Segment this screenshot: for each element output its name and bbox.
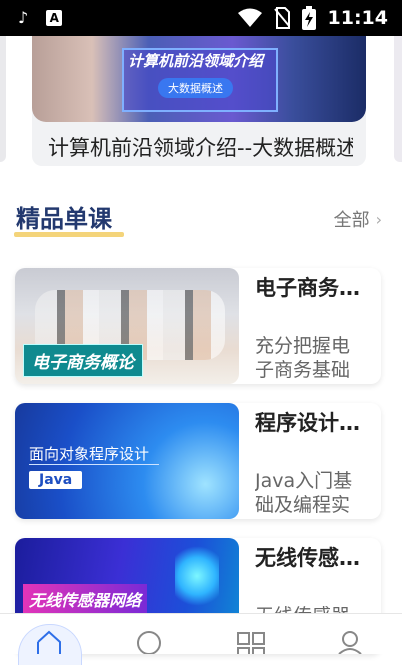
course-title: 电子商务概论: [255, 276, 373, 300]
course-title: 程序设计基础: [255, 411, 373, 435]
sensor-glow: [175, 546, 219, 606]
course-description: Java入门基础及编程实践: [255, 470, 353, 516]
chevron-right-icon: ›: [375, 209, 382, 229]
course-card-ecommerce[interactable]: 电子商务概论 电子商务概论 充分把握电子商务基础知识: [15, 268, 381, 384]
banner-card[interactable]: 计算机前沿领域介绍 大数据概述 计算机前沿领域介绍--大数据概述: [32, 36, 366, 166]
thumbnail-label: 电子商务概论: [23, 344, 143, 377]
banner-image: 计算机前沿领域介绍 大数据概述: [32, 36, 366, 122]
tab-category[interactable]: [237, 630, 265, 654]
a-icon: A: [46, 10, 63, 26]
banner-sign-badge: 大数据概述: [158, 78, 233, 98]
status-bar: ♪ A 11:14: [0, 0, 402, 36]
battery-charging-icon: [301, 6, 316, 30]
tab-discover[interactable]: [136, 630, 162, 654]
bottom-tab-bar: [0, 613, 402, 665]
tab-home[interactable]: [36, 630, 62, 654]
no-sim-icon: [273, 7, 290, 29]
status-time: 11:14: [327, 7, 388, 29]
wifi-icon: [237, 8, 262, 27]
section-title: 精品单课: [16, 205, 112, 233]
profile-icon: [338, 631, 362, 654]
carousel-prev-card[interactable]: [0, 36, 6, 162]
banner-sign-text: 计算机前沿领域介绍: [128, 52, 264, 70]
course-thumbnail: 电子商务概论: [15, 268, 239, 384]
thumbnail-label: 无线传感器网络: [23, 584, 148, 614]
thumbnail-tag: Java: [29, 471, 83, 489]
tiktok-icon: ♪: [18, 8, 29, 27]
course-description: 充分把握电子商务基础知识: [255, 335, 351, 381]
tab-profile[interactable]: [337, 630, 363, 654]
section-underline: [14, 232, 124, 237]
discover-icon: [137, 631, 161, 654]
view-all-button[interactable]: 全部 ›: [334, 206, 382, 232]
course-title: 无线传感器网络: [255, 546, 373, 570]
carousel-next-card[interactable]: [394, 36, 402, 162]
home-icon: [37, 630, 61, 654]
view-all-label: 全部: [333, 210, 370, 231]
thumbnail-divider: [29, 464, 159, 465]
thumbnail-text: 面向对象程序设计: [29, 445, 150, 463]
course-card-programming[interactable]: 面向对象程序设计 Java 程序设计基础 Java入门基础及编程实践: [15, 403, 381, 519]
course-thumbnail: 面向对象程序设计 Java: [15, 403, 239, 519]
banner-title: 计算机前沿领域介绍--大数据概述: [48, 136, 353, 160]
category-icon: [237, 632, 265, 654]
